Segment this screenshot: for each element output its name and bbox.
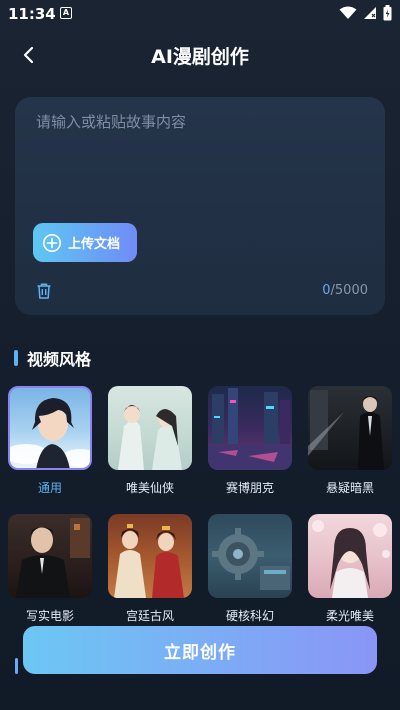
header: AI漫剧创作 <box>0 36 400 74</box>
char-count-max: /5000 <box>330 283 368 298</box>
style-option-suspense[interactable]: 悬疑暗黑 <box>308 386 392 496</box>
battery-icon <box>383 5 392 21</box>
style-option-soft-light[interactable]: 柔光唯美 <box>308 514 392 624</box>
plus-circle-icon <box>43 233 61 252</box>
story-input-card: 上传文档 0/5000 <box>15 97 385 315</box>
clear-button[interactable] <box>35 282 53 300</box>
wifi-icon <box>339 6 357 19</box>
style-option-hard-scifi[interactable]: 硬核科幻 <box>208 514 292 624</box>
style-label: 赛博朋克 <box>225 481 274 495</box>
style-thumbnail <box>208 386 292 470</box>
trash-icon <box>37 283 51 299</box>
style-thumbnail <box>308 386 392 470</box>
status-icons <box>339 5 392 21</box>
style-label: 通用 <box>37 481 62 495</box>
status-time: 11:34 <box>8 5 56 23</box>
upload-document-button[interactable]: 上传文档 <box>33 223 137 262</box>
style-thumbnail <box>208 514 292 598</box>
style-thumbnail <box>108 514 192 598</box>
status-bar: 11:34 A <box>0 0 400 28</box>
style-thumbnail <box>8 386 92 470</box>
style-label: 悬疑暗黑 <box>325 481 374 495</box>
style-label: 唯美仙侠 <box>125 481 174 495</box>
style-option-realistic-film[interactable]: 写实电影 <box>8 514 92 624</box>
style-option-general[interactable]: 通用 <box>8 386 92 496</box>
app-notification-icon: A <box>60 7 72 19</box>
style-option-xianxia[interactable]: 唯美仙侠 <box>108 386 192 496</box>
signal-icon <box>364 7 376 19</box>
create-now-button[interactable]: 立即创作 <box>23 626 377 674</box>
story-input[interactable] <box>34 109 368 213</box>
scroll-indicator <box>15 658 18 674</box>
style-label: 宫廷古风 <box>125 609 174 623</box>
video-style-header: 视频风格 <box>14 347 91 369</box>
char-count-current: 0 <box>322 283 331 298</box>
page-title: AI漫剧创作 <box>151 46 249 68</box>
style-label: 柔光唯美 <box>325 609 374 623</box>
video-style-title: 视频风格 <box>27 350 92 369</box>
char-counter: 0/5000 <box>322 283 368 298</box>
style-thumbnail <box>108 386 192 470</box>
style-thumbnail <box>8 514 92 598</box>
section-accent-bar <box>14 350 18 366</box>
style-option-palace[interactable]: 宫廷古风 <box>108 514 192 624</box>
upload-document-label: 上传文档 <box>68 237 121 252</box>
style-label: 硬核科幻 <box>225 609 274 623</box>
create-now-label: 立即创作 <box>164 642 236 663</box>
style-thumbnail <box>308 514 392 598</box>
style-option-cyberpunk[interactable]: 赛博朋克 <box>208 386 292 496</box>
style-label: 写实电影 <box>25 609 74 623</box>
